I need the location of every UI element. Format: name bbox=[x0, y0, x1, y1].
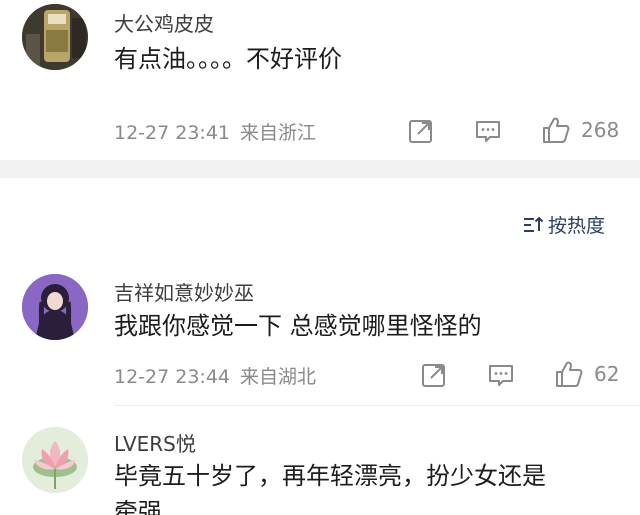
avatar[interactable] bbox=[22, 427, 88, 493]
comment-text[interactable]: 毕竟五十岁了，再年轻漂亮，扮少女还是 bbox=[114, 459, 546, 493]
comment-divider bbox=[114, 405, 640, 406]
section-divider bbox=[0, 160, 640, 178]
avatar[interactable] bbox=[22, 274, 88, 340]
thumb-up-icon[interactable] bbox=[541, 115, 571, 145]
comment-icon[interactable] bbox=[474, 117, 502, 145]
comment-meta: 12-27 23:41 来自浙江 bbox=[114, 118, 316, 145]
avatar[interactable] bbox=[22, 4, 88, 70]
sort-icon bbox=[524, 216, 544, 232]
comment-username[interactable]: LVERS悦 bbox=[114, 428, 196, 457]
like-count: 268 bbox=[581, 118, 620, 142]
share-icon[interactable] bbox=[420, 361, 448, 389]
like-count: 62 bbox=[594, 362, 620, 386]
thumb-up-icon[interactable] bbox=[554, 359, 584, 389]
comment-time: 12-27 23:44 bbox=[114, 366, 231, 388]
comment-time: 12-27 23:41 bbox=[114, 122, 231, 144]
share-icon[interactable] bbox=[407, 117, 435, 145]
comment-location: 来自湖北 bbox=[240, 366, 317, 388]
comment-text[interactable]: 我跟你感觉一下 总感觉哪里怪怪的 bbox=[114, 309, 482, 343]
comment-icon[interactable] bbox=[487, 361, 515, 389]
comment-username[interactable]: 吉祥如意妙妙巫 bbox=[114, 277, 254, 306]
comment-text[interactable]: 有点油。。。。不好评价 bbox=[114, 42, 342, 76]
sort-button[interactable]: 按热度 bbox=[522, 211, 605, 238]
comment-meta: 12-27 23:44 来自湖北 bbox=[114, 362, 316, 389]
comment-username[interactable]: 大公鸡皮皮 bbox=[114, 8, 214, 37]
sort-label: 按热度 bbox=[548, 215, 606, 237]
comment-location: 来自浙江 bbox=[240, 122, 317, 144]
comment-text-continued[interactable]: 牵强 bbox=[114, 495, 162, 515]
comment-feed: 大公鸡皮皮 有点油。。。。不好评价 12-27 23:41 来自浙江 268 按热… bbox=[0, 0, 640, 515]
